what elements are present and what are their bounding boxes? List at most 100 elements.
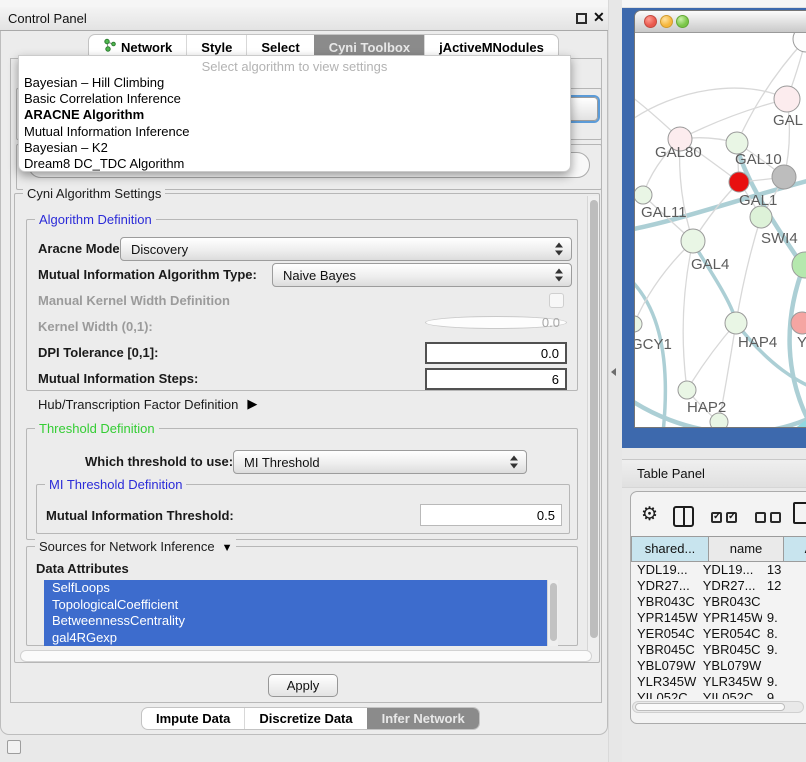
settings-vertical-scrollbar[interactable]	[587, 196, 599, 660]
tab-impute-data[interactable]: Impute Data	[142, 708, 244, 729]
zoom-button[interactable]	[676, 15, 689, 28]
table-cell: YBL079W	[698, 658, 762, 674]
node-label: GAL4	[691, 256, 729, 273]
network-node-gal1[interactable]	[729, 172, 749, 192]
columns-icon[interactable]	[673, 506, 694, 527]
network-node-gal[interactable]	[774, 86, 800, 112]
network-node[interactable]	[793, 33, 806, 52]
sources-group-title[interactable]: Sources for Network Inference	[35, 539, 236, 554]
float-window-icon[interactable]	[576, 13, 587, 24]
scrollbar-thumb[interactable]	[635, 703, 785, 711]
network-node-gcy1[interactable]	[635, 316, 642, 332]
mi-threshold-label: Mutual Information Threshold:	[46, 508, 234, 523]
deselect-all-columns-icon[interactable]	[755, 512, 781, 523]
mi-steps-input[interactable]: 6	[425, 368, 567, 390]
data-attribute-item[interactable]: BetweennessCentrality	[44, 613, 547, 630]
node-label: GCY1	[635, 336, 672, 353]
panel-splitter[interactable]	[608, 0, 622, 762]
table-row[interactable]: YER054CYER054C8.	[632, 626, 806, 642]
network-window-titlebar[interactable]	[635, 11, 806, 33]
which-threshold-value: MI Threshold	[244, 455, 320, 470]
algorithm-option[interactable]: Bayesian – Hill Climbing	[19, 75, 570, 91]
table-cell: YIL052C	[632, 690, 698, 699]
network-edge	[693, 243, 736, 321]
select-all-columns-icon[interactable]	[711, 512, 737, 523]
table-horizontal-scrollbar[interactable]	[632, 701, 804, 713]
collapse-down-icon	[222, 542, 233, 554]
spinner-icon	[555, 243, 563, 256]
collapsed-panel-icon[interactable]	[7, 740, 21, 754]
tab-discretize-data[interactable]: Discretize Data	[244, 708, 366, 729]
close-icon[interactable]	[593, 9, 605, 26]
document-icon[interactable]	[793, 502, 806, 524]
algorithm-option[interactable]: Bayesian – K2	[19, 140, 570, 156]
apply-button[interactable]: Apply	[268, 674, 338, 697]
network-node-hap4[interactable]	[725, 312, 747, 334]
table-cell: 9.	[762, 642, 806, 658]
algorithm-option[interactable]: Basic Correlation Inference	[19, 91, 570, 107]
table-row[interactable]: YBL079WYBL079W	[632, 658, 806, 674]
which-threshold-combo[interactable]: MI Threshold	[233, 450, 527, 474]
column-header[interactable]: name	[708, 536, 784, 562]
application-window: Control Panel NetworkStyleSelectCyni Too…	[0, 0, 806, 762]
table-row[interactable]: YLR345WYLR345W9.	[632, 674, 806, 690]
table-cell: YBR045C	[632, 642, 698, 658]
network-node-gal4[interactable]	[681, 229, 705, 253]
node-label: GAL	[773, 112, 803, 129]
network-canvas[interactable]: GALGAL80GAL10GAL1GAL11SWI4GAL4GCY1HAP4YH…	[635, 33, 806, 428]
table-row[interactable]: YBR045CYBR045C9.	[632, 642, 806, 658]
column-header[interactable]: A	[783, 536, 806, 562]
table-row[interactable]: YDL19...YDL19...13	[632, 562, 806, 578]
algorithm-option[interactable]: Mutual Information Inference	[19, 124, 570, 140]
table-cell	[762, 594, 806, 610]
gear-icon[interactable]	[641, 503, 658, 526]
data-attribute-item[interactable]: gal4RGexp	[44, 630, 547, 647]
which-threshold-label: Which threshold to use:	[85, 454, 233, 469]
mi-type-combo[interactable]: Naive Bayes	[272, 263, 572, 287]
table-cell: YPR145W	[632, 610, 698, 626]
table-row[interactable]: YBR043CYBR043C	[632, 594, 806, 610]
hub-definition-label: Hub/Transcription Factor Definition	[38, 397, 238, 412]
data-attributes-list[interactable]: SelfLoopsTopologicalCoefficientBetweenne…	[44, 580, 547, 646]
table-cell: YIL052C	[698, 690, 762, 699]
table-cell: 9.	[762, 674, 806, 690]
data-attribute-item[interactable]: SelfLoops	[44, 580, 547, 597]
kernel-width-input[interactable]: 0.0	[425, 316, 567, 329]
scrollbar-thumb[interactable]	[590, 200, 598, 638]
manual-kernel-checkbox[interactable]	[549, 293, 564, 308]
mi-threshold-value: 0.5	[537, 508, 555, 523]
algorithm-option[interactable]: ARACNE Algorithm	[19, 107, 570, 123]
table-cell: YDL19...	[698, 562, 762, 578]
table-row[interactable]: YPR145WYPR145W9.	[632, 610, 806, 626]
hub-definition-toggle[interactable]: Hub/Transcription Factor Definition	[38, 396, 257, 412]
kernel-width-value: 0.0	[542, 315, 560, 330]
network-node-hap2[interactable]	[678, 381, 696, 399]
algorithm-option[interactable]: Dream8 DC_TDC Algorithm	[19, 156, 570, 172]
network-node-gal11[interactable]	[635, 186, 652, 204]
attributes-list-scrollbar[interactable]	[547, 580, 558, 646]
table-cell: 8.	[762, 626, 806, 642]
data-attribute-item[interactable]: TopologicalCoefficient	[44, 597, 547, 614]
tab-infer-network[interactable]: Infer Network	[367, 708, 479, 729]
table-body: YDL19...YDL19...13YDR27...YDR27...12YBR0…	[632, 562, 806, 699]
group-title: Algorithm Definition	[35, 212, 156, 227]
network-window: GALGAL80GAL10GAL1GAL11SWI4GAL4GCY1HAP4YH…	[634, 10, 806, 428]
column-header[interactable]: shared...	[631, 536, 709, 562]
table-row[interactable]: YIL052CYIL052C9.	[632, 690, 806, 699]
scrollbar-thumb[interactable]	[550, 583, 557, 641]
table-cell: YBR043C	[698, 594, 762, 610]
mi-threshold-input[interactable]: 0.5	[420, 504, 562, 526]
network-node[interactable]	[772, 165, 796, 189]
dropdown-placeholder: Select algorithm to view settings	[19, 58, 570, 75]
table-row[interactable]: YDR27...YDR27...12	[632, 578, 806, 594]
dpi-tolerance-input[interactable]: 0.0	[425, 342, 567, 364]
close-button[interactable]	[644, 15, 657, 28]
minimize-button[interactable]	[660, 15, 673, 28]
settings-horizontal-scrollbar[interactable]	[20, 650, 592, 662]
aracne-mode-combo[interactable]: Discovery	[120, 237, 572, 261]
collapse-left-icon[interactable]	[611, 368, 616, 376]
spinner-icon	[510, 456, 518, 469]
table-cell: 13	[762, 562, 806, 578]
unchecked-box-icon	[755, 512, 766, 523]
network-node-swi4[interactable]	[750, 206, 772, 228]
